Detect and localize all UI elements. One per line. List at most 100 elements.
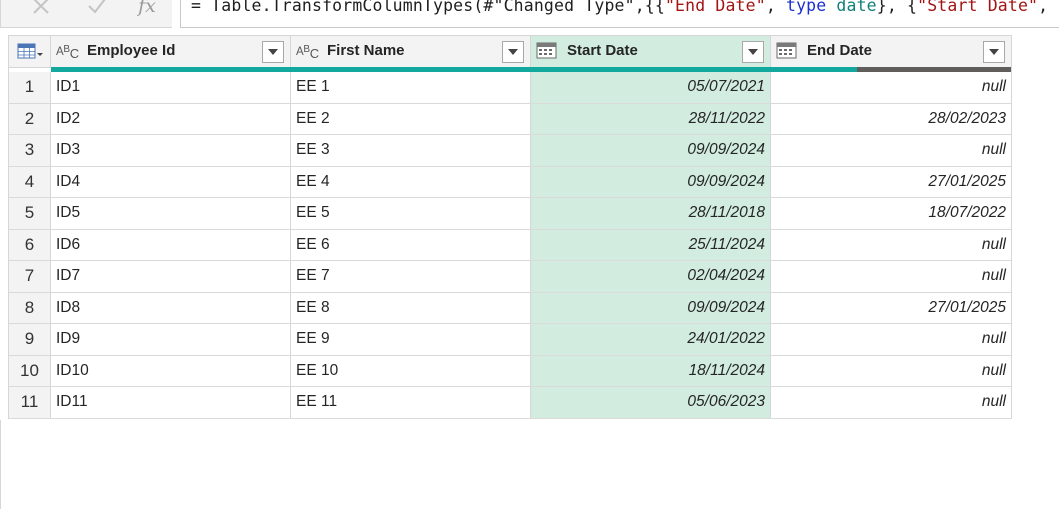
cell-start-date[interactable]: 24/01/2022 <box>531 324 771 355</box>
cell-end-date[interactable]: null <box>771 72 1011 103</box>
cell-employee-id[interactable]: ID1 <box>51 72 291 103</box>
cell-first-name[interactable]: EE 3 <box>291 135 531 166</box>
cell-first-name[interactable]: EE 7 <box>291 261 531 292</box>
table-row[interactable]: 11 ID11 EE 11 05/06/2023 null <box>9 387 1011 419</box>
text-type-icon[interactable]: ABC <box>296 43 319 61</box>
cell-employee-id[interactable]: ID9 <box>51 324 291 355</box>
text-type-icon[interactable]: ABC <box>56 43 79 61</box>
cell-employee-id[interactable]: ID3 <box>51 135 291 166</box>
calendar-icon[interactable] <box>776 42 798 60</box>
column-header-first-name[interactable]: ABC First Name <box>291 36 531 67</box>
table-row[interactable]: 9 ID9 EE 9 24/01/2022 null <box>9 324 1011 356</box>
cell-end-date[interactable]: null <box>771 356 1011 387</box>
table-menu-button[interactable] <box>9 36 51 67</box>
formula-token: "Start Date" <box>917 0 1039 15</box>
cell-start-date[interactable]: 02/04/2024 <box>531 261 771 292</box>
cell-first-name[interactable]: EE 10 <box>291 355 531 386</box>
row-number[interactable]: 6 <box>9 229 51 260</box>
column-header-start-date[interactable]: Start Date <box>531 36 771 67</box>
formula-token: , <box>765 0 786 15</box>
column-title: Employee Id <box>87 42 176 59</box>
table-body: 1 ID1 EE 1 05/07/2021 null 2 ID2 EE 2 28/11/2022… <box>9 72 1011 419</box>
cell-first-name[interactable]: EE 2 <box>291 103 531 134</box>
cell-start-date[interactable]: 05/06/2023 <box>531 387 771 418</box>
commit-formula-button[interactable] <box>85 0 109 18</box>
cell-end-date[interactable]: null <box>771 387 1011 418</box>
table-row[interactable]: 8 ID8 EE 8 09/09/2024 27/01/2025 <box>9 292 1011 324</box>
calendar-icon[interactable] <box>536 42 558 60</box>
column-header-employee-id[interactable]: ABC Employee Id <box>51 36 291 67</box>
cell-first-name[interactable]: EE 4 <box>291 166 531 197</box>
cell-employee-id[interactable]: ID2 <box>51 103 291 134</box>
table-row[interactable]: 6 ID6 EE 6 25/11/2024 null <box>9 229 1011 261</box>
chevron-down-icon <box>748 49 758 55</box>
data-grid: ABC Employee Id ABC First Name Start Dat… <box>8 35 1012 419</box>
column-title: End Date <box>807 42 873 59</box>
column-title: First Name <box>327 42 405 59</box>
formula-token: date <box>836 0 877 15</box>
cell-employee-id[interactable]: ID6 <box>51 229 291 260</box>
cell-employee-id[interactable]: ID8 <box>51 292 291 323</box>
formula-token: = Table.TransformColumnTypes(# <box>191 0 494 15</box>
filter-dropdown-button[interactable] <box>502 41 524 63</box>
cell-start-date[interactable]: 09/09/2024 <box>531 135 771 166</box>
cell-start-date[interactable]: 18/11/2024 <box>531 355 771 386</box>
table-row[interactable]: 4 ID4 EE 4 09/09/2024 27/01/2025 <box>9 166 1011 198</box>
row-number[interactable]: 10 <box>9 355 51 386</box>
cancel-formula-button[interactable] <box>29 0 53 18</box>
cell-start-date[interactable]: 09/09/2024 <box>531 292 771 323</box>
row-number[interactable]: 8 <box>9 292 51 323</box>
row-number[interactable]: 7 <box>9 261 51 292</box>
cell-start-date[interactable]: 09/09/2024 <box>531 166 771 197</box>
row-number[interactable]: 5 <box>9 198 51 229</box>
cell-end-date[interactable]: null <box>771 230 1011 261</box>
cell-first-name[interactable]: EE 5 <box>291 198 531 229</box>
row-number[interactable]: 2 <box>9 103 51 134</box>
column-header-end-date[interactable]: End Date <box>771 36 1011 67</box>
cell-end-date[interactable]: 27/01/2025 <box>771 293 1011 324</box>
cell-first-name[interactable]: EE 11 <box>291 387 531 418</box>
cell-first-name[interactable]: EE 8 <box>291 292 531 323</box>
row-number[interactable]: 9 <box>9 324 51 355</box>
cell-first-name[interactable]: EE 1 <box>291 72 531 103</box>
cell-end-date[interactable]: null <box>771 324 1011 355</box>
cell-employee-id[interactable]: ID10 <box>51 355 291 386</box>
table-row[interactable]: 5 ID5 EE 5 28/11/2018 18/07/2022 <box>9 198 1011 230</box>
chevron-down-icon <box>268 49 278 55</box>
pane-divider <box>0 420 1 509</box>
formula-token: }, { <box>876 0 918 15</box>
row-number[interactable]: 3 <box>9 135 51 166</box>
cell-employee-id[interactable]: ID11 <box>51 387 291 418</box>
x-icon <box>33 0 49 14</box>
table-row[interactable]: 10 ID10 EE 10 18/11/2024 null <box>9 355 1011 387</box>
cell-first-name[interactable]: EE 6 <box>291 229 531 260</box>
cell-employee-id[interactable]: ID7 <box>51 261 291 292</box>
filter-dropdown-button[interactable] <box>983 41 1005 63</box>
cell-employee-id[interactable]: ID5 <box>51 198 291 229</box>
cell-end-date[interactable]: 18/07/2022 <box>771 198 1011 229</box>
filter-dropdown-button[interactable] <box>742 41 764 63</box>
cell-end-date[interactable]: null <box>771 135 1011 166</box>
cell-end-date[interactable]: 27/01/2025 <box>771 167 1011 198</box>
cell-start-date[interactable]: 25/11/2024 <box>531 229 771 260</box>
table-row[interactable]: 2 ID2 EE 2 28/11/2022 28/02/2023 <box>9 103 1011 135</box>
fx-icon[interactable]: fx <box>133 0 161 18</box>
cell-start-date[interactable]: 05/07/2021 <box>531 72 771 103</box>
cell-start-date[interactable]: 28/11/2018 <box>531 198 771 229</box>
formula-token: "Changed Type" <box>493 0 635 15</box>
row-number[interactable]: 4 <box>9 166 51 197</box>
table-row[interactable]: 1 ID1 EE 1 05/07/2021 null <box>9 72 1011 104</box>
table-row[interactable]: 7 ID7 EE 7 02/04/2024 null <box>9 261 1011 293</box>
cell-first-name[interactable]: EE 9 <box>291 324 531 355</box>
formula-token: , <box>1038 0 1059 15</box>
cell-employee-id[interactable]: ID4 <box>51 166 291 197</box>
formula-token: "End Date" <box>664 0 766 15</box>
filter-dropdown-button[interactable] <box>262 41 284 63</box>
cell-end-date[interactable]: null <box>771 261 1011 292</box>
cell-end-date[interactable]: 28/02/2023 <box>771 104 1011 135</box>
cell-start-date[interactable]: 28/11/2022 <box>531 103 771 134</box>
formula-input[interactable]: = Table.TransformColumnTypes(#"Changed T… <box>180 0 1059 28</box>
row-number[interactable]: 1 <box>9 72 51 103</box>
table-row[interactable]: 3 ID3 EE 3 09/09/2024 null <box>9 135 1011 167</box>
row-number[interactable]: 11 <box>9 387 51 418</box>
